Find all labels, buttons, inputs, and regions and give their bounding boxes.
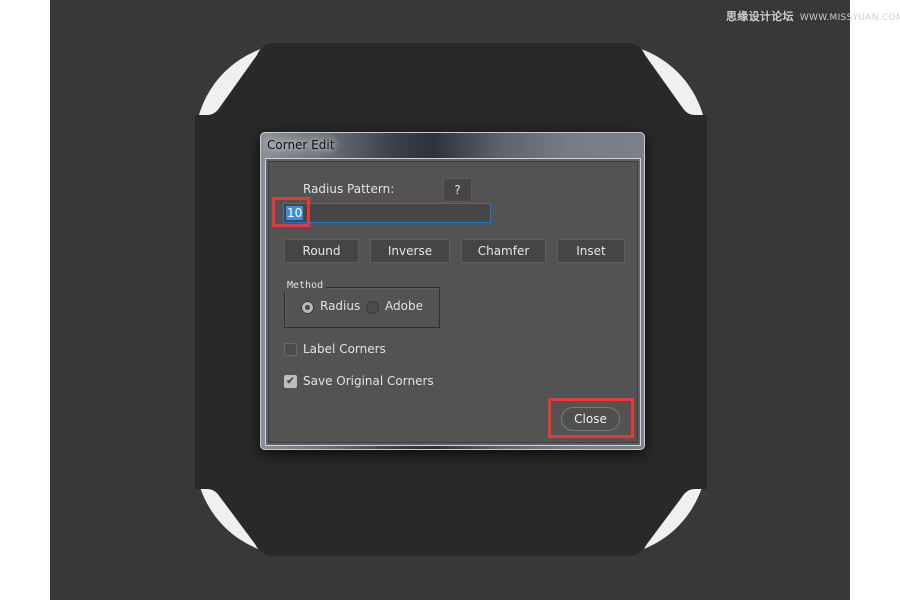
checkmark-icon: ✔: [286, 376, 295, 387]
radio-radius-label[interactable]: Radius: [320, 299, 360, 313]
radio-radius[interactable]: [301, 301, 314, 314]
save-original-corners-label[interactable]: Save Original Corners: [303, 374, 434, 388]
dialog-content: Radius Pattern: ? 10 Round Inverse Chamf…: [268, 161, 638, 443]
round-button[interactable]: Round: [284, 239, 359, 263]
watermark-url: WWW.MISSYUAN.COM: [799, 13, 900, 23]
dialog-frame: Radius Pattern: ? 10 Round Inverse Chamf…: [265, 158, 641, 446]
corner-edit-dialog: Corner Edit Radius Pattern: ? 10 Round I…: [260, 132, 645, 450]
highlight-box-close-button: [548, 398, 634, 438]
save-original-corners-checkbox[interactable]: ✔: [284, 375, 297, 388]
highlight-box-radius-input: [272, 197, 310, 227]
radio-adobe-label[interactable]: Adobe: [385, 299, 423, 313]
help-button[interactable]: ?: [443, 178, 472, 202]
watermark-site-name: 思缘设计论坛: [726, 10, 794, 23]
method-legend: Method: [284, 280, 327, 291]
inverse-button[interactable]: Inverse: [370, 239, 450, 263]
radius-pattern-input[interactable]: 10: [283, 203, 491, 223]
chamfer-button[interactable]: Chamfer: [461, 239, 546, 263]
watermark: 思缘设计论坛 WWW.MISSYUAN.COM: [726, 8, 900, 24]
radius-pattern-label: Radius Pattern:: [303, 182, 395, 196]
label-corners-label[interactable]: Label Corners: [303, 342, 386, 356]
label-corners-checkbox[interactable]: [284, 343, 297, 356]
radio-adobe[interactable]: [366, 301, 379, 314]
inset-button[interactable]: Inset: [557, 239, 625, 263]
dialog-title: Corner Edit: [267, 138, 335, 152]
